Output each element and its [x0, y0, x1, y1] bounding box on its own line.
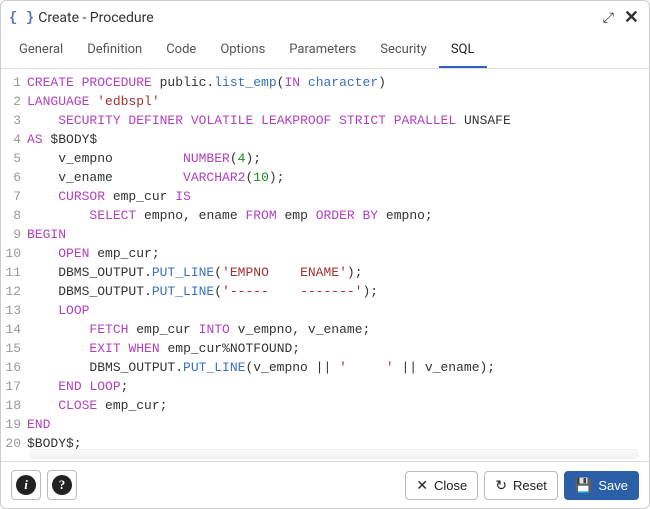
expand-icon[interactable]: ⤢ [603, 10, 614, 26]
sql-editor[interactable]: 1CREATE PROCEDURE public.list_emp(IN cha… [1, 69, 649, 449]
tab-sql[interactable]: SQL [439, 34, 487, 68]
code-content: $BODY$; [27, 434, 82, 449]
line-number: 18 [1, 396, 27, 415]
code-content: DBMS_OUTPUT.PUT_LINE(v_empno || ' ' || v… [27, 358, 495, 377]
tab-options[interactable]: Options [208, 34, 277, 68]
code-line: 18 CLOSE emp_cur; [1, 396, 649, 415]
code-content: v_empno NUMBER(4); [27, 149, 261, 168]
code-line: 6 v_ename VARCHAR2(10); [1, 168, 649, 187]
code-line: 4AS $BODY$ [1, 130, 649, 149]
line-number: 5 [1, 149, 27, 168]
code-content: LANGUAGE 'edbspl' [27, 92, 160, 111]
code-content: DBMS_OUTPUT.PUT_LINE('EMPNO ENAME'); [27, 263, 363, 282]
code-line: 13 LOOP [1, 301, 649, 320]
line-number: 4 [1, 130, 27, 149]
line-number: 1 [1, 73, 27, 92]
code-line: 3 SECURITY DEFINER VOLATILE LEAKPROOF ST… [1, 111, 649, 130]
code-content: SECURITY DEFINER VOLATILE LEAKPROOF STRI… [27, 111, 511, 130]
code-line: 5 v_empno NUMBER(4); [1, 149, 649, 168]
line-number: 15 [1, 339, 27, 358]
code-content: END LOOP; [27, 377, 128, 396]
save-button[interactable]: 💾 Save [564, 471, 639, 500]
save-button-label: Save [598, 478, 628, 493]
help-icon: ? [52, 475, 72, 495]
code-content: DBMS_OUTPUT.PUT_LINE('----- -------'); [27, 282, 378, 301]
line-number: 12 [1, 282, 27, 301]
code-content: EXIT WHEN emp_cur%NOTFOUND; [27, 339, 300, 358]
code-content: AS $BODY$ [27, 130, 97, 149]
code-content: v_ename VARCHAR2(10); [27, 168, 284, 187]
dialog-footer: i ? ✕ Close ↻ Reset 💾 Save [1, 461, 649, 508]
code-line: 20$BODY$; [1, 434, 649, 449]
close-icon[interactable]: ✕ [624, 7, 639, 28]
reset-button-label: Reset [513, 478, 547, 493]
code-line: 10 OPEN emp_cur; [1, 244, 649, 263]
line-number: 6 [1, 168, 27, 187]
dialog-titlebar: { } Create - Procedure ⤢ ✕ [1, 1, 649, 34]
code-line: 17 END LOOP; [1, 377, 649, 396]
line-number: 17 [1, 377, 27, 396]
line-number: 7 [1, 187, 27, 206]
tab-definition[interactable]: Definition [75, 34, 154, 68]
code-line: 8 SELECT empno, ename FROM emp ORDER BY … [1, 206, 649, 225]
code-line: 12 DBMS_OUTPUT.PUT_LINE('----- -------')… [1, 282, 649, 301]
code-line: 15 EXIT WHEN emp_cur%NOTFOUND; [1, 339, 649, 358]
help-button[interactable]: ? [47, 470, 77, 500]
code-line: 19END [1, 415, 649, 434]
info-button[interactable]: i [11, 470, 41, 500]
close-button[interactable]: ✕ Close [405, 471, 478, 500]
line-number: 11 [1, 263, 27, 282]
procedure-braces-icon: { } [9, 10, 34, 26]
reset-button[interactable]: ↻ Reset [484, 471, 558, 500]
line-number: 19 [1, 415, 27, 434]
create-procedure-dialog: { } Create - Procedure ⤢ ✕ GeneralDefini… [0, 0, 650, 509]
line-number: 3 [1, 111, 27, 130]
horizontal-scrollbar[interactable] [29, 449, 639, 459]
code-content: BEGIN [27, 225, 66, 244]
code-content: END [27, 415, 50, 434]
code-content: OPEN emp_cur; [27, 244, 160, 263]
line-number: 10 [1, 244, 27, 263]
line-number: 14 [1, 320, 27, 339]
code-line: 2LANGUAGE 'edbspl' [1, 92, 649, 111]
code-content: LOOP [27, 301, 89, 320]
tab-security[interactable]: Security [368, 34, 439, 68]
code-line: 11 DBMS_OUTPUT.PUT_LINE('EMPNO ENAME'); [1, 263, 649, 282]
code-line: 7 CURSOR emp_cur IS [1, 187, 649, 206]
line-number: 9 [1, 225, 27, 244]
tab-code[interactable]: Code [154, 34, 208, 68]
line-number: 16 [1, 358, 27, 377]
line-number: 8 [1, 206, 27, 225]
close-button-label: Close [434, 478, 467, 493]
tabs-bar: GeneralDefinitionCodeOptionsParametersSe… [1, 34, 649, 69]
code-content: SELECT empno, ename FROM emp ORDER BY em… [27, 206, 433, 225]
tab-parameters[interactable]: Parameters [277, 34, 368, 68]
save-icon: 💾 [575, 478, 592, 492]
line-number: 13 [1, 301, 27, 320]
code-line: 14 FETCH emp_cur INTO v_empno, v_ename; [1, 320, 649, 339]
code-content: CURSOR emp_cur IS [27, 187, 191, 206]
info-icon: i [16, 475, 36, 495]
code-content: FETCH emp_cur INTO v_empno, v_ename; [27, 320, 370, 339]
x-icon: ✕ [416, 478, 428, 492]
code-content: CLOSE emp_cur; [27, 396, 167, 415]
code-line: 9BEGIN [1, 225, 649, 244]
code-line: 16 DBMS_OUTPUT.PUT_LINE(v_empno || ' ' |… [1, 358, 649, 377]
dialog-title: Create - Procedure [38, 10, 592, 26]
code-line: 1CREATE PROCEDURE public.list_emp(IN cha… [1, 73, 649, 92]
code-content: CREATE PROCEDURE public.list_emp(IN char… [27, 73, 386, 92]
line-number: 2 [1, 92, 27, 111]
line-number: 20 [1, 434, 27, 449]
tab-general[interactable]: General [7, 34, 75, 68]
reset-icon: ↻ [495, 478, 507, 492]
